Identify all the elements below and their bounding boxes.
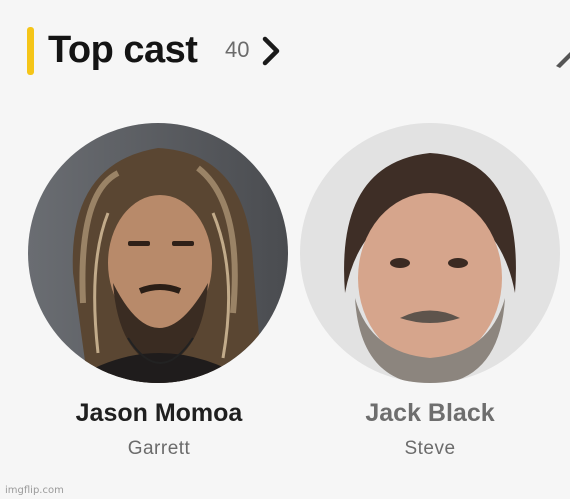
section-accent-bar	[27, 27, 34, 75]
cast-card-jack-black[interactable]: Jack Black Steve	[300, 123, 570, 461]
top-cast-header: Top cast 40	[0, 0, 570, 100]
cast-count: 40	[225, 37, 250, 62]
watermark: imgflip.com	[5, 485, 64, 496]
pencil-icon[interactable]	[552, 44, 570, 68]
actor-name[interactable]: Jack Black	[300, 397, 560, 429]
chevron-right-icon[interactable]	[258, 34, 288, 68]
section-title: Top cast	[48, 29, 198, 71]
actor-photo[interactable]	[28, 123, 288, 383]
character-name: Garrett	[127, 438, 191, 459]
actor-photo[interactable]	[300, 123, 560, 383]
cast-card-jason-momoa[interactable]: Jason Momoa Garrett	[28, 123, 290, 461]
character-name: Steve	[404, 438, 456, 459]
actor-name[interactable]: Jason Momoa	[28, 397, 290, 429]
